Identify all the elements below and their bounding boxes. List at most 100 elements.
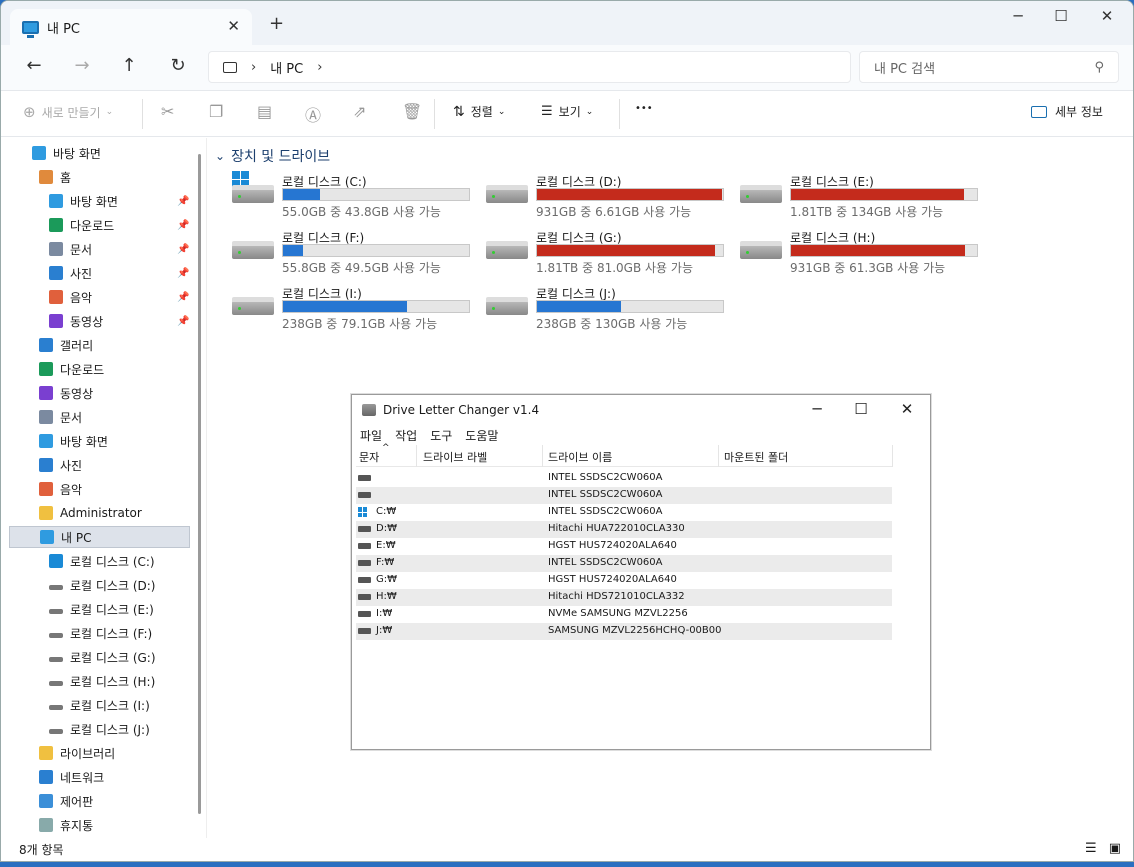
drive-tile[interactable]: 로컬 디스크 (C:) 55.0GB 중 43.8GB 사용 가능 xyxy=(232,171,482,223)
section-header-devices[interactable]: ⌄ 장치 및 드라이브 xyxy=(215,146,330,166)
table-row[interactable]: I:₩ NVMe SAMSUNG MZVL2256 xyxy=(356,606,892,623)
drive-tile[interactable]: 로컬 디스크 (E:) 1.81TB 중 134GB 사용 가능 xyxy=(740,173,990,223)
tiles-view-icon[interactable]: ▣ xyxy=(1109,841,1121,856)
search-input[interactable]: 내 PC 검색 ⚲ xyxy=(859,51,1119,83)
dlc-menu-bar: 파일 작업 도구 도움말 xyxy=(352,425,930,445)
drive-icon xyxy=(358,594,371,600)
table-row[interactable]: INTEL SSDSC2CW060A xyxy=(356,470,892,487)
menu-file[interactable]: 파일 xyxy=(360,427,382,444)
sidebar-scrollbar[interactable] xyxy=(198,154,201,814)
share-icon[interactable]: ⇗ xyxy=(353,102,366,121)
sidebar-item[interactable]: 동영상 📌 xyxy=(1,310,189,332)
new-button[interactable]: ⊕ 새로 만들기 ⌄ xyxy=(23,103,113,121)
sidebar-item[interactable]: 휴지통 xyxy=(1,814,93,836)
view-button[interactable]: ☰ 보기 ⌄ xyxy=(541,103,593,120)
table-row[interactable]: INTEL SSDSC2CW060A xyxy=(356,487,892,504)
drive-space-info: 238GB 중 130GB 사용 가능 xyxy=(536,317,688,331)
more-options-button[interactable]: ••• xyxy=(635,103,653,114)
table-row[interactable]: D:₩ Hitachi HUA722010CLA330 xyxy=(356,521,892,538)
dlc-minimize-button[interactable]: ─ xyxy=(794,400,840,418)
table-row[interactable]: H:₩ Hitachi HDS721010CLA332 xyxy=(356,589,892,606)
sidebar-item[interactable]: 사진 xyxy=(1,454,82,476)
sidebar-item[interactable]: 제어판 xyxy=(1,790,93,812)
column-drive-name[interactable]: 드라이브 이름 xyxy=(548,449,612,465)
chevron-right-icon[interactable]: › xyxy=(251,60,256,75)
sidebar-item[interactable]: 내 PC xyxy=(9,526,190,548)
rename-icon[interactable]: Ⓐ xyxy=(305,102,321,126)
drive-tile[interactable]: 로컬 디스크 (G:) 1.81TB 중 81.0GB 사용 가능 xyxy=(486,229,736,279)
drive-tile[interactable]: 로컬 디스크 (H:) 931GB 중 61.3GB 사용 가능 xyxy=(740,229,990,279)
column-mounted-folder[interactable]: 마운트된 폴더 xyxy=(724,449,788,465)
sidebar-item[interactable]: 바탕 화면 xyxy=(1,142,101,164)
close-tab-button[interactable]: ✕ xyxy=(227,17,240,35)
minimize-button[interactable]: ─ xyxy=(998,7,1038,25)
copy-icon[interactable]: ❐ xyxy=(209,102,223,121)
column-letter[interactable]: 문자 xyxy=(359,449,379,465)
sidebar-item[interactable]: 홈 xyxy=(1,166,71,188)
table-row[interactable]: E:₩ HGST HUS724020ALA640 xyxy=(356,538,892,555)
sort-button[interactable]: ⇅ 정렬 ⌄ xyxy=(453,103,505,120)
column-divider[interactable] xyxy=(542,445,543,467)
drive-tile[interactable]: 로컬 디스크 (J:) 238GB 중 130GB 사용 가능 xyxy=(486,285,736,335)
sidebar-item[interactable]: Administrator xyxy=(1,502,142,524)
column-divider[interactable] xyxy=(892,445,893,467)
dlc-maximize-button[interactable]: ☐ xyxy=(838,400,884,418)
sidebar-item[interactable]: 네트워크 xyxy=(1,766,104,788)
new-tab-button[interactable]: + xyxy=(269,13,284,34)
back-button[interactable]: ← xyxy=(20,55,48,76)
sidebar-item[interactable]: 문서 📌 xyxy=(1,238,189,260)
sidebar-item[interactable]: 로컬 디스크 (J:) xyxy=(1,718,150,740)
forward-button[interactable]: → xyxy=(68,55,96,76)
menu-action[interactable]: 작업 xyxy=(395,427,417,444)
sidebar-item[interactable]: 바탕 화면 📌 xyxy=(1,190,189,212)
table-row[interactable]: F:₩ INTEL SSDSC2CW060A xyxy=(356,555,892,572)
chevron-down-icon: ⌄ xyxy=(215,149,226,163)
drive-tile[interactable]: 로컬 디스크 (D:) 931GB 중 6.61GB 사용 가능 xyxy=(486,173,736,223)
sidebar-item[interactable]: 로컬 디스크 (E:) xyxy=(1,598,154,620)
sidebar-item[interactable]: 로컬 디스크 (D:) xyxy=(1,574,155,596)
sidebar-item[interactable]: 로컬 디스크 (I:) xyxy=(1,694,150,716)
details-view-icon[interactable]: ☰ xyxy=(1085,841,1097,856)
sidebar-item[interactable]: 동영상 xyxy=(1,382,93,404)
drive-tile[interactable]: 로컬 디스크 (I:) 238GB 중 79.1GB 사용 가능 xyxy=(232,285,482,335)
breadcrumb[interactable]: › 내 PC › xyxy=(208,51,851,83)
download-icon xyxy=(49,218,63,232)
paste-icon[interactable]: ▤ xyxy=(257,102,272,121)
sidebar-item[interactable]: 다운로드 xyxy=(1,358,104,380)
breadcrumb-my-pc[interactable]: 내 PC xyxy=(270,58,303,77)
cut-icon[interactable]: ✂ xyxy=(161,102,174,121)
sidebar-item[interactable]: 갤러리 xyxy=(1,334,93,356)
sidebar-item[interactable]: 사진 📌 xyxy=(1,262,189,284)
menu-help[interactable]: 도움말 xyxy=(465,427,498,444)
drive-tile[interactable]: 로컬 디스크 (F:) 55.8GB 중 49.5GB 사용 가능 xyxy=(232,229,482,279)
sidebar-item[interactable]: 로컬 디스크 (F:) xyxy=(1,622,152,644)
table-row[interactable]: G:₩ HGST HUS724020ALA640 xyxy=(356,572,892,589)
sidebar-item[interactable]: 바탕 화면 xyxy=(1,430,108,452)
refresh-button[interactable]: ↻ xyxy=(164,55,192,76)
column-divider[interactable] xyxy=(718,445,719,467)
sidebar-item[interactable]: 로컬 디스크 (H:) xyxy=(1,670,155,692)
sidebar-item[interactable]: 문서 xyxy=(1,406,82,428)
sidebar-item[interactable]: 로컬 디스크 (G:) xyxy=(1,646,156,668)
details-pane-button[interactable]: 세부 정보 xyxy=(1031,103,1103,120)
up-button[interactable]: ↑ xyxy=(115,55,143,76)
maximize-button[interactable]: ☐ xyxy=(1041,7,1081,25)
tab-my-pc[interactable]: 내 PC ✕ xyxy=(10,9,252,45)
dlc-close-button[interactable]: ✕ xyxy=(884,400,930,418)
column-drive-label[interactable]: 드라이브 라벨 xyxy=(423,449,487,465)
sidebar-item[interactable]: 음악 📌 xyxy=(1,286,189,308)
sidebar-item[interactable]: 음악 xyxy=(1,478,82,500)
table-row[interactable]: C:₩ INTEL SSDSC2CW060A xyxy=(356,504,892,521)
column-divider[interactable] xyxy=(416,445,417,467)
chevron-right-icon[interactable]: › xyxy=(317,60,322,75)
delete-icon[interactable]: 🗑 xyxy=(402,102,422,121)
sidebar-item[interactable]: 라이브러리 xyxy=(1,742,115,764)
drive-icon xyxy=(358,611,371,617)
menu-tools[interactable]: 도구 xyxy=(430,427,452,444)
details-label: 세부 정보 xyxy=(1055,105,1103,119)
drive-icon xyxy=(49,608,63,614)
close-window-button[interactable]: ✕ xyxy=(1087,7,1127,25)
table-row[interactable]: J:₩ SAMSUNG MZVL2256HCHQ-00B00 xyxy=(356,623,892,640)
sidebar-item[interactable]: 다운로드 📌 xyxy=(1,214,189,236)
sidebar-item[interactable]: 로컬 디스크 (C:) xyxy=(1,550,155,572)
